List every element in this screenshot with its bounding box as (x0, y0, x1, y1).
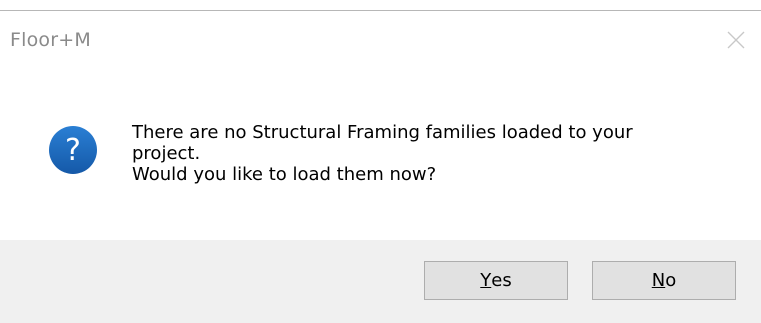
message-area: ? There are no Structural Framing famili… (0, 71, 761, 241)
message-dialog: Floor+M ? There are no Structural Framin… (0, 10, 761, 323)
close-icon (727, 31, 745, 49)
yes-mnemonic: Y (480, 270, 492, 291)
yes-button[interactable]: Yes (424, 261, 568, 300)
no-mnemonic: N (651, 270, 666, 291)
dialog-title: Floor+M (10, 29, 91, 51)
message-line: project. (132, 143, 201, 164)
svg-text:?: ? (65, 133, 81, 168)
message-line: There are no Structural Framing families… (132, 122, 633, 143)
question-icon: ? (48, 125, 98, 175)
no-label-rest: o (665, 270, 677, 291)
yes-label-rest: es (491, 270, 512, 291)
button-bar: Yes No (0, 240, 761, 323)
dialog-message: There are no Structural Framing families… (132, 122, 732, 185)
close-button[interactable] (725, 29, 747, 51)
background-window-edge (0, 0, 761, 10)
message-line: Would you like to load them now? (132, 164, 437, 185)
no-button[interactable]: No (592, 261, 736, 300)
